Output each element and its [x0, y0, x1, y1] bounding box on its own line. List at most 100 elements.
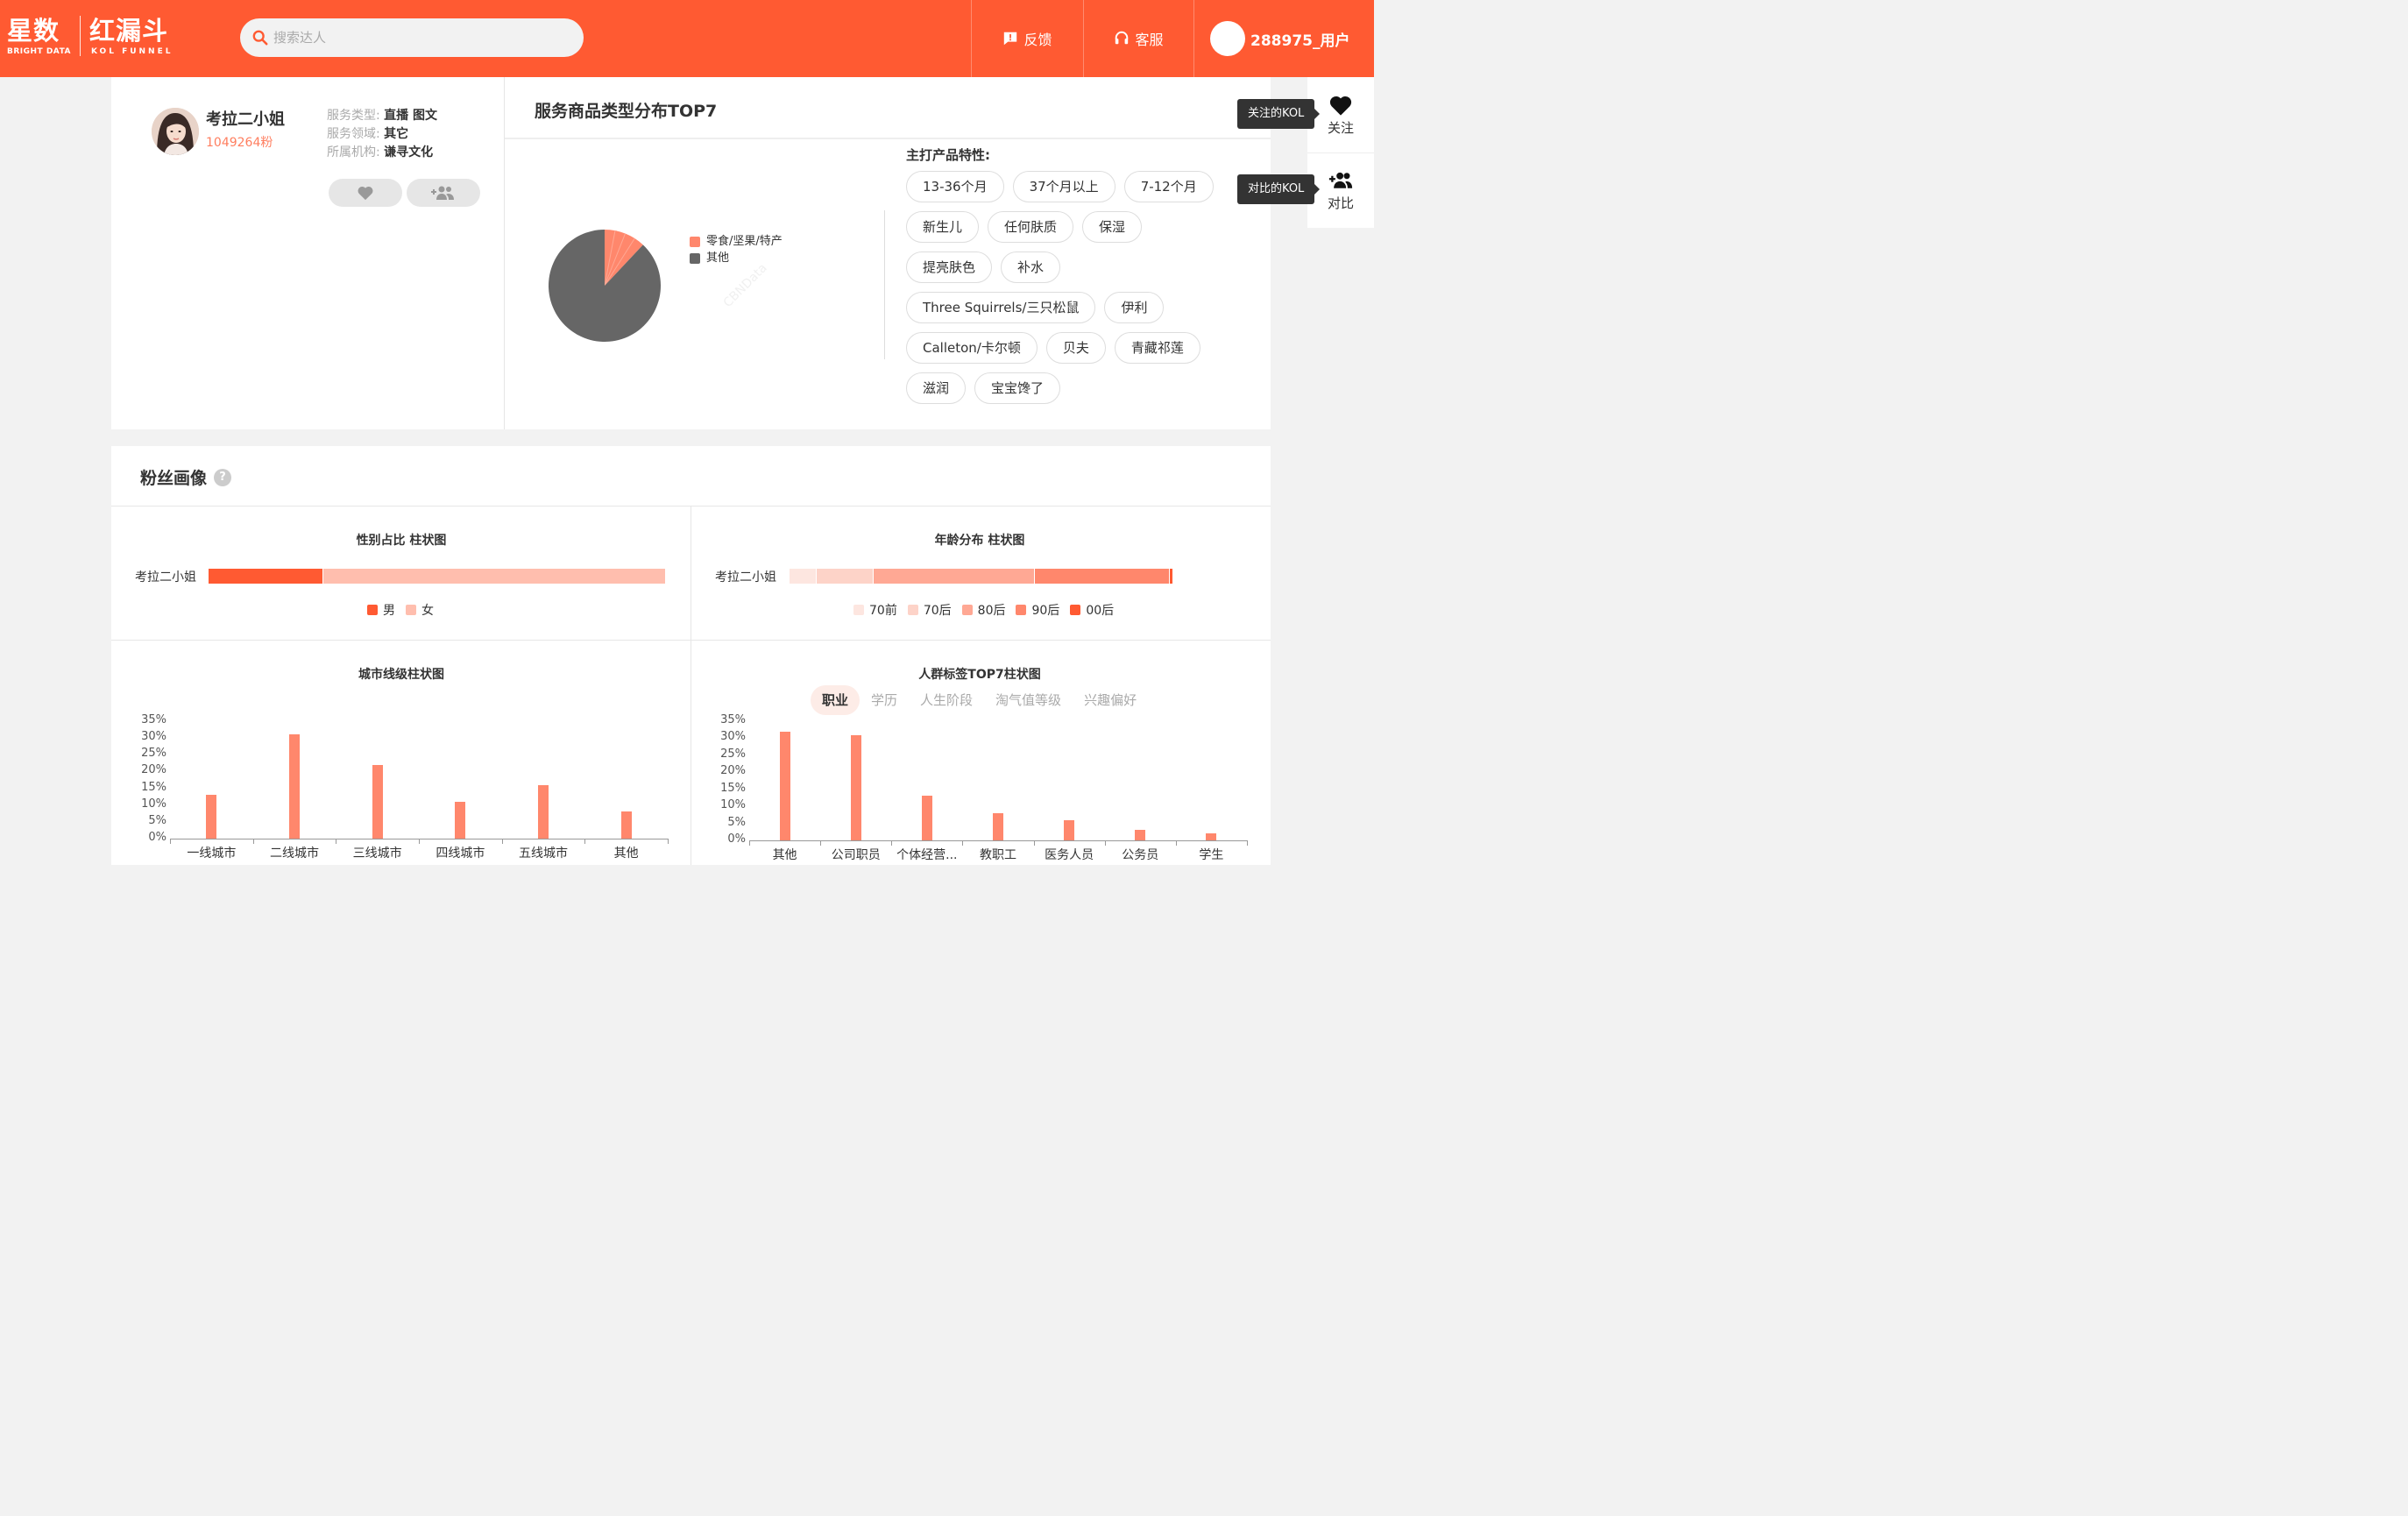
- legend-item: 70前: [853, 601, 897, 619]
- username: 288975_用户: [1250, 32, 1350, 50]
- legend-swatch: [406, 605, 416, 615]
- product-tag[interactable]: 7-12个月: [1123, 171, 1214, 202]
- kol-name: 考拉二小姐: [206, 110, 285, 129]
- stacked-segment-70前: [790, 569, 817, 584]
- search-input[interactable]: [273, 30, 563, 46]
- logo-cn-1: 星数: [7, 16, 60, 46]
- product-tag[interactable]: 补水: [1001, 251, 1061, 283]
- fan-divider-row: [111, 640, 1271, 641]
- distribution-vertical-divider: [884, 210, 885, 359]
- pie-legend-label: 零食/坚果/特产: [706, 235, 783, 248]
- feedback-button[interactable]: 反馈: [971, 0, 1083, 77]
- crowd-chart-title: 人群标签TOP7柱状图: [918, 668, 1041, 682]
- chart-bar: [538, 784, 549, 839]
- legend-swatch: [907, 605, 918, 615]
- legend-label: 70后: [923, 604, 952, 618]
- chart-bar: [206, 795, 217, 839]
- crowd-tab[interactable]: 淘气值等级: [984, 685, 1073, 715]
- x-axis-tick: [668, 839, 669, 844]
- legend-label: 90后: [1031, 604, 1060, 618]
- follow-kol-button[interactable]: [329, 179, 402, 207]
- x-axis-tick: [170, 839, 171, 844]
- kol-avatar: [152, 108, 199, 155]
- crowd-tab[interactable]: 学历: [860, 685, 909, 715]
- distribution-title: 服务商品类型分布TOP7: [535, 102, 718, 121]
- chart-bar: [372, 764, 383, 839]
- crowd-tab[interactable]: 职业: [811, 685, 861, 715]
- pie-slice-1: [549, 230, 661, 342]
- stacked-segment-80后: [874, 569, 1036, 584]
- y-tick-label: 10%: [141, 797, 166, 811]
- legend-item: 00后: [1070, 601, 1114, 619]
- product-tag[interactable]: 13-36个月: [906, 171, 1004, 202]
- user-menu[interactable]: 288975_用户: [1193, 0, 1374, 77]
- age-chart-title: 年龄分布 柱状图: [934, 534, 1025, 548]
- product-tag[interactable]: Calleton/卡尔顿: [906, 332, 1038, 364]
- legend-item: 90后: [1016, 601, 1059, 619]
- x-axis-tick: [252, 839, 254, 844]
- chart-bar: [1064, 819, 1075, 840]
- kol-info: 服务类型: 直播 图文 服务领域: 其它 所属机构: 谦寻文化: [327, 107, 437, 162]
- product-tag[interactable]: 青藏祁莲: [1114, 332, 1200, 364]
- product-tag[interactable]: 保湿: [1082, 211, 1143, 243]
- product-tag[interactable]: 提亮肤色: [906, 251, 993, 283]
- add-users-icon: [431, 186, 454, 200]
- x-tick-label: 三线城市: [352, 847, 402, 861]
- feedback-label: 反馈: [1023, 32, 1052, 48]
- x-axis-tick: [584, 839, 586, 844]
- add-users-icon: [1328, 172, 1353, 188]
- product-tag[interactable]: 伊利: [1104, 292, 1165, 323]
- x-tick-label: 公司职员: [831, 848, 881, 862]
- fan-profile-title-text: 粉丝画像: [140, 469, 208, 488]
- chart-bar: [850, 734, 861, 840]
- x-tick-label: 其他: [613, 847, 639, 861]
- x-axis-tick: [501, 839, 503, 844]
- product-tag[interactable]: 新生儿: [906, 211, 980, 243]
- stacked-segment-70后: [816, 569, 875, 584]
- stacked-segment-90后: [1035, 569, 1170, 584]
- crowd-tab[interactable]: 兴趣偏好: [1073, 685, 1148, 715]
- kol-fans-count: 1049264粉: [206, 136, 273, 150]
- x-tick-label: 四线城市: [436, 847, 485, 861]
- logo-en-1: BRIGHT DATA: [7, 47, 71, 56]
- help-icon[interactable]: ?: [214, 468, 232, 486]
- y-tick-label: 15%: [720, 781, 746, 795]
- legend-label: 女: [421, 604, 434, 618]
- chart-bar: [779, 731, 790, 840]
- y-tick-label: 25%: [141, 747, 166, 761]
- service-field-label: 服务领域:: [327, 127, 380, 141]
- legend-swatch: [961, 605, 973, 615]
- user-avatar: [1210, 21, 1245, 56]
- compare-label: 对比: [1327, 195, 1354, 211]
- chart-bar: [1206, 833, 1217, 840]
- product-tag[interactable]: 贝夫: [1045, 332, 1106, 364]
- x-tick-label: 公务员: [1122, 848, 1159, 862]
- pie-legend: 零食/坚果/特产其他: [690, 233, 783, 266]
- y-tick-label: 35%: [720, 713, 746, 726]
- pie-legend-item: 其他: [690, 250, 783, 266]
- product-tag[interactable]: 37个月以上: [1012, 171, 1115, 202]
- product-tag[interactable]: Three Squirrels/三只松鼠: [906, 292, 1096, 323]
- gender-legend: 男女: [367, 601, 444, 619]
- pie-legend-item: 零食/坚果/特产: [690, 233, 783, 250]
- legend-label: 00后: [1086, 604, 1115, 618]
- logo-cn-2: 红漏斗: [89, 16, 168, 46]
- product-tag[interactable]: 滋润: [906, 372, 967, 404]
- crowd-tab[interactable]: 人生阶段: [909, 685, 984, 715]
- product-tag[interactable]: 任何肤质: [988, 211, 1074, 243]
- follow-label: 关注: [1327, 119, 1354, 136]
- y-tick-label: 20%: [720, 764, 746, 778]
- heart-icon: [1329, 96, 1352, 116]
- x-tick-label: 一线城市: [187, 847, 237, 861]
- chart-bar: [455, 801, 466, 839]
- customer-service-button[interactable]: 客服: [1083, 0, 1193, 77]
- product-tag[interactable]: 宝宝馋了: [974, 372, 1061, 404]
- chart-bar: [921, 796, 932, 840]
- compare-kol-button[interactable]: [407, 179, 480, 207]
- headset-icon: [1115, 31, 1129, 45]
- product-pie-chart: [549, 230, 661, 342]
- logo[interactable]: 星数 BRIGHT DATA 红漏斗 KOL FUNNEL: [7, 16, 173, 58]
- legend-swatch: [690, 252, 700, 264]
- search-box[interactable]: [240, 18, 584, 57]
- org-value: 谦寻文化: [384, 145, 434, 159]
